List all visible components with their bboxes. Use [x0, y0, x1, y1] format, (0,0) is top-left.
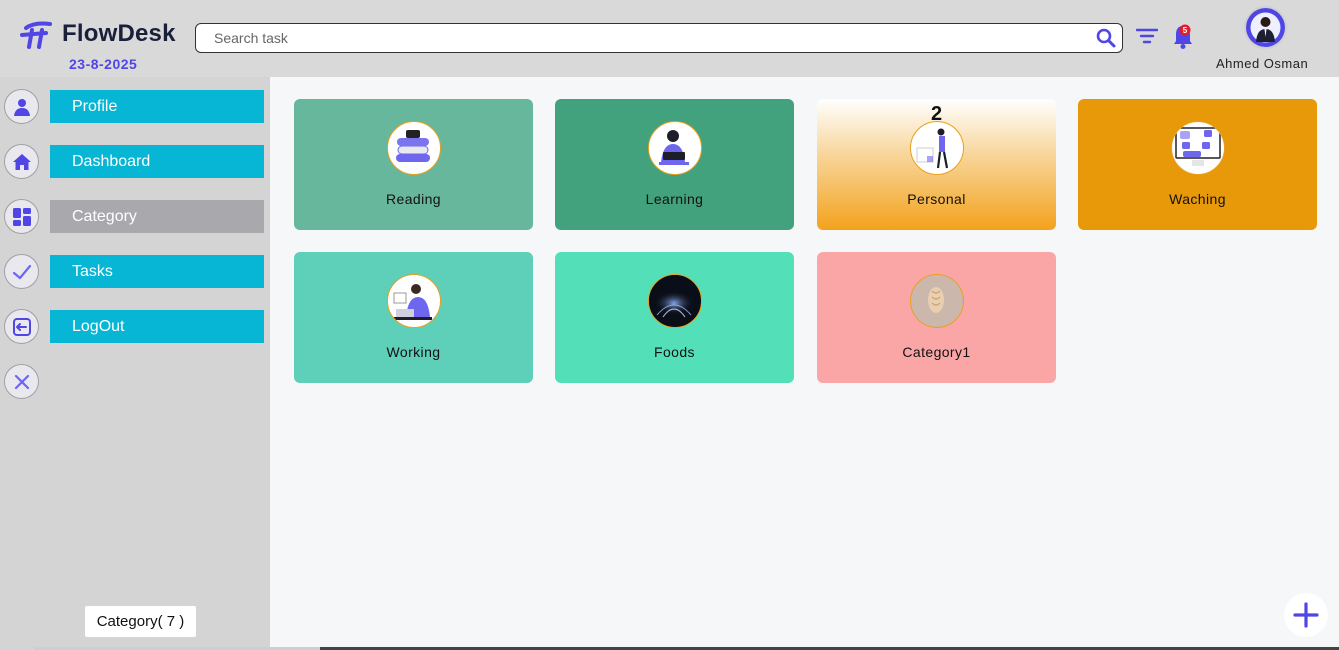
- category-label: Working: [386, 344, 441, 360]
- category-card-personal[interactable]: 2 Personal: [817, 99, 1056, 230]
- sidebar-item-dashboard[interactable]: Dashboard: [50, 145, 264, 178]
- person-standing-icon: [916, 128, 949, 169]
- monitor-icon: [1175, 127, 1221, 166]
- user-avatar[interactable]: [1244, 6, 1287, 49]
- sidebar-item-profile[interactable]: Profile: [50, 90, 264, 123]
- sidebar-item-tasks[interactable]: Tasks: [50, 255, 264, 288]
- working-illustration: [387, 274, 441, 328]
- bell-icon: 5: [1174, 24, 1192, 49]
- category-label: Foods: [654, 344, 695, 360]
- search-input[interactable]: [196, 24, 1086, 52]
- personal-illustration: [910, 121, 964, 175]
- home-icon[interactable]: [4, 144, 39, 179]
- search-icon[interactable]: [1096, 28, 1116, 48]
- category-label: Reading: [386, 191, 441, 207]
- books-icon: [396, 130, 430, 162]
- search-bar: [195, 23, 1123, 53]
- category-card-learning[interactable]: Learning: [555, 99, 794, 230]
- top-header: FlowDesk 23-8-2025 5 Ahmed Osman: [0, 0, 1339, 77]
- check-icon[interactable]: [4, 254, 39, 289]
- category-label: Learning: [645, 191, 704, 207]
- foods-illustration: [648, 274, 702, 328]
- category-label: Waching: [1169, 191, 1226, 207]
- learning-illustration: [648, 121, 702, 175]
- current-date: 23-8-2025: [69, 56, 138, 72]
- reading-illustration: [387, 121, 441, 175]
- waching-illustration: [1171, 121, 1225, 175]
- plus-icon: [1293, 602, 1319, 628]
- category1-illustration: [910, 274, 964, 328]
- user-icon[interactable]: [4, 89, 39, 124]
- category-card-waching[interactable]: Waching: [1078, 99, 1317, 230]
- app-name: FlowDesk: [62, 20, 176, 47]
- filter-icon[interactable]: [1136, 26, 1158, 46]
- abstract-dark-icon: [649, 275, 700, 326]
- grid-icon[interactable]: [4, 199, 39, 234]
- bread-icon: [911, 275, 962, 326]
- user-name: Ahmed Osman: [1216, 56, 1309, 71]
- flowdesk-logo-icon: [20, 21, 52, 49]
- notification-bell[interactable]: 5: [1172, 22, 1194, 50]
- category-label: Category1: [902, 344, 971, 360]
- person-avatar-icon: [1246, 8, 1285, 47]
- sidebar-item-category[interactable]: Category: [50, 200, 264, 233]
- category-card-reading[interactable]: Reading: [294, 99, 533, 230]
- category-card-category1[interactable]: Category1: [817, 252, 1056, 383]
- category-label: Personal: [907, 191, 966, 207]
- person-laptop-icon: [392, 284, 432, 320]
- student-reading-icon: [659, 130, 689, 165]
- notification-count: 5: [1183, 26, 1188, 35]
- sidebar: Profile Dashboard Category Tasks LogOut …: [0, 77, 270, 650]
- close-icon[interactable]: [4, 364, 39, 399]
- add-category-button[interactable]: [1284, 593, 1328, 637]
- app-logo[interactable]: FlowDesk: [20, 18, 176, 50]
- category-card-foods[interactable]: Foods: [555, 252, 794, 383]
- sidebar-item-logout[interactable]: LogOut: [50, 310, 264, 343]
- category-card-working[interactable]: Working: [294, 252, 533, 383]
- category-count-label: Category( 7 ): [85, 606, 196, 637]
- logout-icon[interactable]: [4, 309, 39, 344]
